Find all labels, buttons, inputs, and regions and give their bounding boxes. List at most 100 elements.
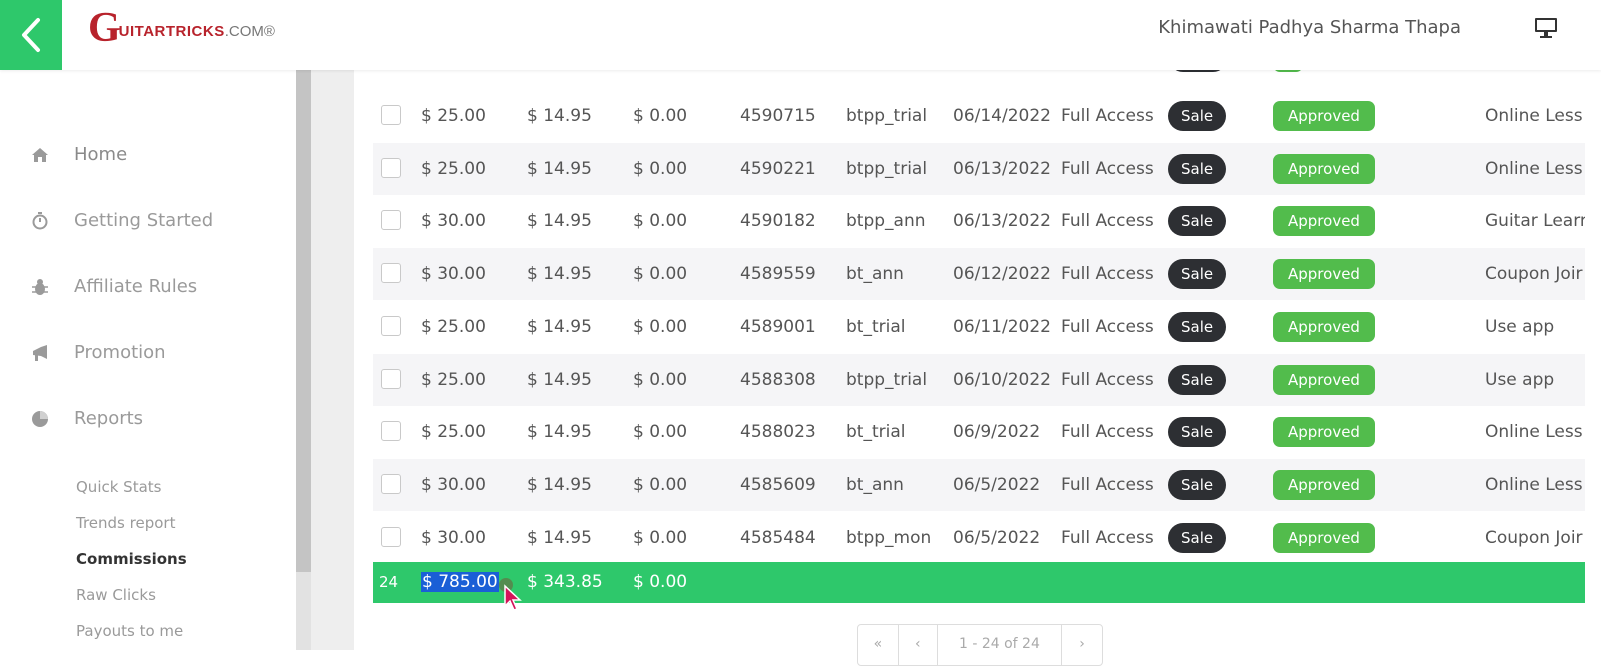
status-badge: Approved xyxy=(1273,523,1375,553)
cell-commission: $ 14.95 xyxy=(527,422,592,442)
pie-chart-icon xyxy=(30,409,50,429)
cell-total: $ 30.00 xyxy=(421,528,486,548)
table-row[interactable]: $ 25.00 $ 14.95 $ 0.00 4589001 bt_trial 06/11… xyxy=(373,301,1585,353)
sidebar-sub-raw-clicks[interactable]: Raw Clicks xyxy=(76,586,156,604)
cell-notes: Guitar Learr xyxy=(1485,211,1585,231)
cell-date: 06/11/2022 xyxy=(953,317,1051,337)
type-badge: Sale xyxy=(1168,417,1227,447)
sidebar-item-getting-started[interactable]: Getting Started xyxy=(30,210,213,231)
home-icon xyxy=(30,145,50,165)
table-row[interactable]: $ 30.00 $ 14.95 $ 0.00 4589559 bt_ann 06/12/2… xyxy=(373,248,1585,300)
type-badge: Sale xyxy=(1168,523,1227,553)
cell-product: Full Access xyxy=(1061,211,1154,231)
cell-order-id: 4590715 xyxy=(740,106,816,126)
status-badge: Approved xyxy=(1273,259,1375,289)
table-row[interactable]: $ 25.00 $ 14.95 $ 0.00 4590221 btpp_trial 06/… xyxy=(373,143,1585,195)
cell-order-id: 4590221 xyxy=(740,159,816,179)
cell-commission: $ 14.95 xyxy=(527,264,592,284)
cell-order-id: 4588308 xyxy=(740,370,816,390)
guitartricks-logo[interactable]: G UITARTRICKS .COM® xyxy=(88,6,275,50)
cell-campaign: btpp_trial xyxy=(846,106,928,126)
cell-refund: $ 0.00 xyxy=(633,422,688,442)
sidebar-sub-trends-report[interactable]: Trends report xyxy=(76,514,175,532)
row-checkbox[interactable] xyxy=(381,316,401,336)
type-badge: Sale xyxy=(1168,154,1227,184)
cell-notes: Coupon Joir xyxy=(1485,264,1583,284)
bullhorn-icon xyxy=(30,343,50,363)
table-row[interactable]: $ 30.00 $ 14.95 $ 0.00 4590182 btpp_ann 06/13… xyxy=(373,195,1585,247)
table-row[interactable]: $ 25.00 $ 14.95 $ 0.00 4588308 btpp_trial 06/… xyxy=(373,354,1585,406)
type-badge: Sale xyxy=(1168,365,1227,395)
cell-campaign: bt_trial xyxy=(846,317,906,337)
cell-notes: Online Less xyxy=(1485,422,1583,442)
cell-date: 06/9/2022 xyxy=(953,422,1041,442)
totals-row: 24 $ 785.00 $ 343.85 $ 0.00 xyxy=(373,562,1585,603)
row-checkbox[interactable] xyxy=(381,263,401,283)
user-name[interactable]: Khimawati Padhya Sharma Thapa xyxy=(1158,17,1461,38)
back-button[interactable] xyxy=(0,0,62,70)
totals-count: 24 xyxy=(379,573,399,591)
sidebar-sub-quick-stats[interactable]: Quick Stats xyxy=(76,478,161,496)
cell-refund: $ 0.00 xyxy=(633,159,688,179)
bug-icon xyxy=(30,277,50,297)
cell-total: $ 30.00 xyxy=(421,211,486,231)
sidebar-item-label: Getting Started xyxy=(74,210,214,231)
cell-product: Full Access xyxy=(1061,159,1154,179)
type-badge: Sale xyxy=(1168,312,1227,342)
status-badge: Approved xyxy=(1273,206,1375,236)
row-checkbox[interactable] xyxy=(381,474,401,494)
sidebar-scrollbar-thumb[interactable] xyxy=(296,70,311,572)
cell-commission: $ 14.95 xyxy=(527,370,592,390)
cell-total: $ 25.00 xyxy=(421,317,486,337)
totals-total-value[interactable]: $ 785.00 xyxy=(421,572,499,592)
cell-date: 06/12/2022 xyxy=(953,264,1051,284)
row-checkbox[interactable] xyxy=(381,369,401,389)
cell-order-id: 4589001 xyxy=(740,317,816,337)
cell-product: Full Access xyxy=(1061,370,1154,390)
pagination-first[interactable]: « xyxy=(858,625,899,665)
row-checkbox[interactable] xyxy=(381,527,401,547)
sidebar-item-home[interactable]: Home xyxy=(30,144,127,165)
totals-refund: $ 0.00 xyxy=(633,572,688,592)
table-row[interactable]: $ 30.00 $ 14.95 $ 0.00 4585609 bt_ann 06/5/20… xyxy=(373,459,1585,511)
type-badge: Sale xyxy=(1168,206,1227,236)
sidebar-item-promotion[interactable]: Promotion xyxy=(30,342,166,363)
mouse-cursor-icon xyxy=(504,584,522,611)
cell-commission: $ 14.95 xyxy=(527,317,592,337)
sidebar-item-reports[interactable]: Reports xyxy=(30,408,143,429)
sidebar-item-affiliate-rules[interactable]: Affiliate Rules xyxy=(30,276,197,297)
logo-text: UITARTRICKS xyxy=(118,22,225,40)
cell-total: $ 30.00 xyxy=(421,264,486,284)
pagination-prev[interactable]: ‹ xyxy=(899,625,938,665)
table-row[interactable]: $ 25.00 $ 14.95 $ 0.00 4588023 bt_trial 06/9/… xyxy=(373,406,1585,458)
status-badge: Approved xyxy=(1273,312,1375,342)
cell-commission: $ 14.95 xyxy=(527,106,592,126)
cell-refund: $ 0.00 xyxy=(633,370,688,390)
cell-product: Full Access xyxy=(1061,422,1154,442)
sidebar-scrollbar[interactable] xyxy=(296,70,311,650)
cell-refund: $ 0.00 xyxy=(633,211,688,231)
cell-date: 06/5/2022 xyxy=(953,475,1041,495)
table-row[interactable]: $ 30.00 $ 14.95 $ 0.00 4585484 btpp_mon 06/5/… xyxy=(373,512,1585,564)
cell-date: 06/10/2022 xyxy=(953,370,1051,390)
logo-letter: G xyxy=(88,5,121,51)
sidebar-item-label: Reports xyxy=(74,408,144,429)
cell-notes: Online Less xyxy=(1485,159,1583,179)
cell-product: Full Access xyxy=(1061,317,1154,337)
cell-notes: Online Less xyxy=(1485,475,1583,495)
pagination-next[interactable]: › xyxy=(1062,625,1102,665)
status-badge: Approved xyxy=(1273,470,1375,500)
cell-date: 06/13/2022 xyxy=(953,159,1051,179)
monitor-icon[interactable] xyxy=(1533,15,1559,41)
stopwatch-icon xyxy=(30,211,50,231)
row-checkbox[interactable] xyxy=(381,105,401,125)
sidebar-sub-commissions[interactable]: Commissions xyxy=(76,550,187,568)
sidebar-sub-payouts-to-me[interactable]: Payouts to me xyxy=(76,622,183,640)
table-row[interactable]: $ 25.00 $ 14.95 $ 0.00 4590715 btpp_trial 06/… xyxy=(373,90,1585,142)
row-checkbox[interactable] xyxy=(381,421,401,441)
row-checkbox[interactable] xyxy=(381,158,401,178)
pagination-info: 1 - 24 of 24 xyxy=(938,625,1063,665)
cell-commission: $ 14.95 xyxy=(527,528,592,548)
cell-refund: $ 0.00 xyxy=(633,317,688,337)
row-checkbox[interactable] xyxy=(381,210,401,230)
